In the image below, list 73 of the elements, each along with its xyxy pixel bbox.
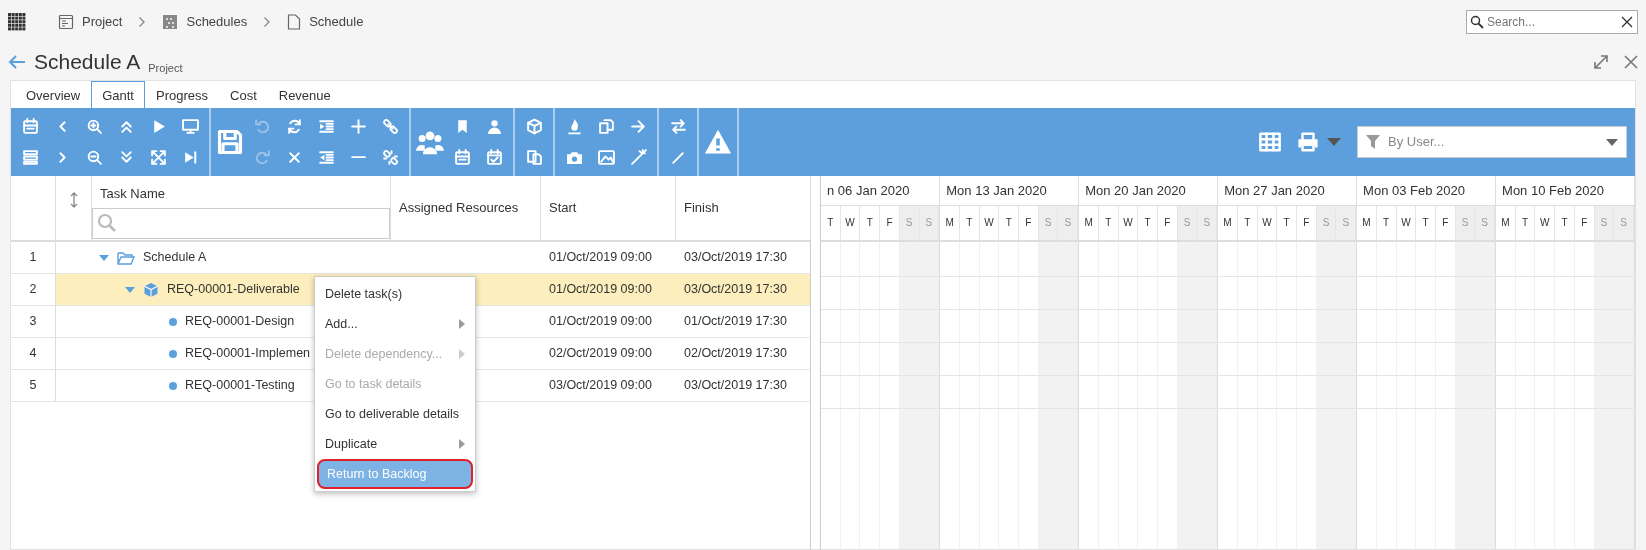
column-header: Assigned Resources — [399, 199, 519, 218]
start-date: 01/Oct/2019 09:00 — [549, 314, 652, 329]
row-number: 2 — [29, 281, 37, 299]
day-label: T — [1515, 206, 1536, 240]
day-label: T — [1376, 206, 1397, 240]
day-label: T — [1555, 206, 1575, 240]
task-name: REQ-00001-Design — [185, 313, 295, 331]
day-label: T — [821, 206, 841, 240]
finish-date: 01/Oct/2019 17:30 — [684, 314, 787, 329]
column-header: Finish — [684, 199, 719, 218]
task-name: REQ-00001-Deliverable — [167, 281, 300, 299]
day-label: W — [1396, 206, 1417, 240]
finish-date: 02/Oct/2019 17:30 — [684, 346, 787, 361]
row-number: 1 — [29, 249, 37, 267]
day-label: W — [979, 206, 1000, 240]
day-label: S — [899, 206, 920, 240]
day-label: T — [1416, 206, 1436, 240]
column-header: Task Name — [99, 185, 167, 203]
row-number: 3 — [29, 313, 37, 331]
day-label: T — [999, 206, 1020, 240]
day-label: F — [1019, 206, 1039, 240]
day-label: F — [1574, 206, 1595, 240]
day-label: T — [1138, 206, 1158, 240]
day-label: S — [1614, 206, 1634, 240]
task-name: REQ-00001-Testing — [185, 377, 295, 395]
day-label: F — [1435, 206, 1456, 240]
day-label: S — [1475, 206, 1496, 240]
day-label: T — [1098, 206, 1119, 240]
day-label: W — [1535, 206, 1556, 240]
row-number: 5 — [29, 377, 37, 395]
week-label: Mon 13 Jan 2020 — [946, 183, 1047, 198]
day-label: T — [959, 206, 980, 240]
week-label: Mon 20 Jan 2020 — [1085, 183, 1186, 198]
day-label: S — [1455, 206, 1476, 240]
day-label: W — [1257, 206, 1278, 240]
week-label: Mon 27 Jan 2020 — [1224, 183, 1325, 198]
day-label: M — [1496, 206, 1516, 240]
day-label: S — [1038, 206, 1059, 240]
day-label: F — [1158, 206, 1178, 240]
day-label: S — [919, 206, 940, 240]
day-label: W — [840, 206, 861, 240]
task-name: REQ-00001-Implemen — [185, 345, 311, 363]
day-label: T — [1237, 206, 1258, 240]
week-label: n 06 Jan 2020 — [827, 183, 910, 198]
start-date: 01/Oct/2019 09:00 — [549, 250, 652, 265]
task-name: Schedule A — [143, 249, 207, 267]
day-label: M — [1357, 206, 1377, 240]
week-label: Mon 03 Feb 2020 — [1363, 183, 1465, 198]
day-label: W — [1118, 206, 1139, 240]
day-label: F — [880, 206, 900, 240]
column-header: Start — [549, 199, 577, 218]
day-label: M — [1079, 206, 1099, 240]
finish-date: 03/Oct/2019 17:30 — [684, 250, 787, 265]
page-subtitle: Project — [148, 60, 183, 76]
day-label: S — [1594, 206, 1615, 240]
week-label: Mon 10 Feb 2020 — [1502, 183, 1604, 198]
start-date: 03/Oct/2019 09:00 — [549, 378, 652, 393]
finish-date: 03/Oct/2019 17:30 — [684, 282, 787, 297]
day-label: S — [1336, 206, 1357, 240]
day-label: M — [1218, 206, 1238, 240]
day-label: F — [1296, 206, 1317, 240]
day-label: S — [1177, 206, 1198, 240]
day-label: T — [860, 206, 881, 240]
day-label: M — [940, 206, 960, 240]
day-label: T — [1277, 206, 1297, 240]
day-label: S — [1316, 206, 1337, 240]
start-date: 02/Oct/2019 09:00 — [549, 346, 652, 361]
row-number: 4 — [29, 345, 37, 363]
start-date: 01/Oct/2019 09:00 — [549, 282, 652, 297]
day-label: S — [1058, 206, 1079, 240]
page-title: Schedule A — [34, 49, 141, 76]
day-label: S — [1197, 206, 1218, 240]
finish-date: 03/Oct/2019 17:30 — [684, 378, 787, 393]
